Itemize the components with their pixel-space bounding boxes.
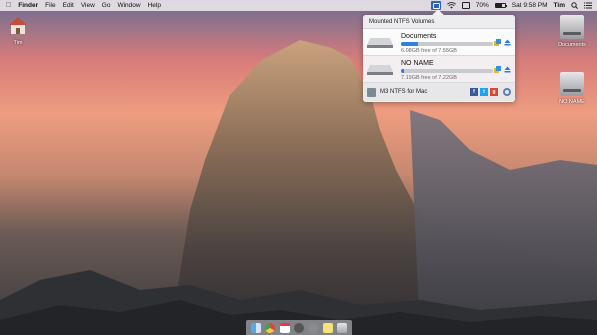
volume-free-space: 7.19GB free of 7.22GB [401,74,457,81]
volume-row-documents[interactable]: Documents 6.08GB free of 7.55GB [363,29,515,56]
drive-label-no-name: NO NAME [559,99,585,105]
google-plus-share-icon[interactable]: g [490,88,498,96]
apple-menu-icon[interactable]:  [6,2,11,9]
menu-file[interactable]: File [45,2,55,9]
battery-percent[interactable]: 70% [476,2,489,9]
open-in-finder-icon[interactable] [494,66,501,73]
battery-icon[interactable] [494,3,507,8]
volume-drive-icon [367,65,393,75]
calendar-dock-icon[interactable] [279,322,290,333]
ntfs-volumes-popover: Mounted NTFS Volumes Documents 6.08GB fr… [363,15,515,102]
menu-bar:  Finder File Edit View Go Window Help 7… [0,0,597,11]
popover-footer: M3 NTFS for Mac f t g [363,83,515,101]
hard-drive-icon [560,72,584,96]
dock [246,320,352,335]
launchpad-dock-icon[interactable] [293,322,304,333]
airplay-icon[interactable] [461,2,470,9]
drive-label-documents: Documents [558,42,586,48]
popover-title: Mounted NTFS Volumes [363,15,515,29]
eject-icon[interactable] [504,66,511,73]
menubar-clock[interactable]: Sat 9:58 PM [512,2,548,9]
spotlight-search-icon[interactable] [571,2,578,9]
menu-edit[interactable]: Edit [63,2,74,9]
menu-view[interactable]: View [81,2,95,9]
volume-drive-icon [367,38,393,48]
wifi-icon[interactable] [446,2,456,9]
notification-center-icon[interactable] [584,2,592,9]
home-folder-icon [9,17,27,34]
desktop-icon-noname-drive[interactable]: NO NAME [553,72,591,105]
desktop-icon-documents-drive[interactable]: Documents [553,15,591,48]
facebook-share-icon[interactable]: f [470,88,478,96]
chrome-dock-icon[interactable] [265,322,276,333]
volume-row-no-name[interactable]: NO NAME 7.19GB free of 7.22GB [363,56,515,83]
open-in-finder-icon[interactable] [494,39,501,46]
trash-dock-icon[interactable] [336,322,347,333]
volume-usage-bar [401,68,493,73]
menu-help[interactable]: Help [148,2,161,9]
desktop:  Finder File Edit View Go Window Help 7… [0,0,597,335]
twitter-share-icon[interactable]: t [480,88,488,96]
menu-window[interactable]: Window [117,2,140,9]
menu-app-name[interactable]: Finder [18,2,38,9]
volume-usage-bar [401,41,493,46]
settings-gear-icon[interactable] [503,88,511,96]
finder-dock-icon[interactable] [251,322,262,333]
hard-drive-icon [560,15,584,39]
volume-name: Documents [401,32,437,40]
menubar-user[interactable]: Tim [554,2,565,9]
volume-free-space: 6.08GB free of 7.55GB [401,47,457,54]
system-preferences-dock-icon[interactable] [308,322,319,333]
m3-ntfs-menubar-icon[interactable] [430,1,441,10]
menu-go[interactable]: Go [102,2,111,9]
desktop-icon-home[interactable]: Tim [5,14,31,46]
eject-icon[interactable] [504,39,511,46]
m3-logo-icon [367,87,376,97]
volume-name: NO NAME [401,59,434,67]
notes-dock-icon[interactable] [322,322,333,333]
home-folder-label: Tim [13,40,23,46]
product-name: M3 NTFS for Mac [380,89,428,95]
